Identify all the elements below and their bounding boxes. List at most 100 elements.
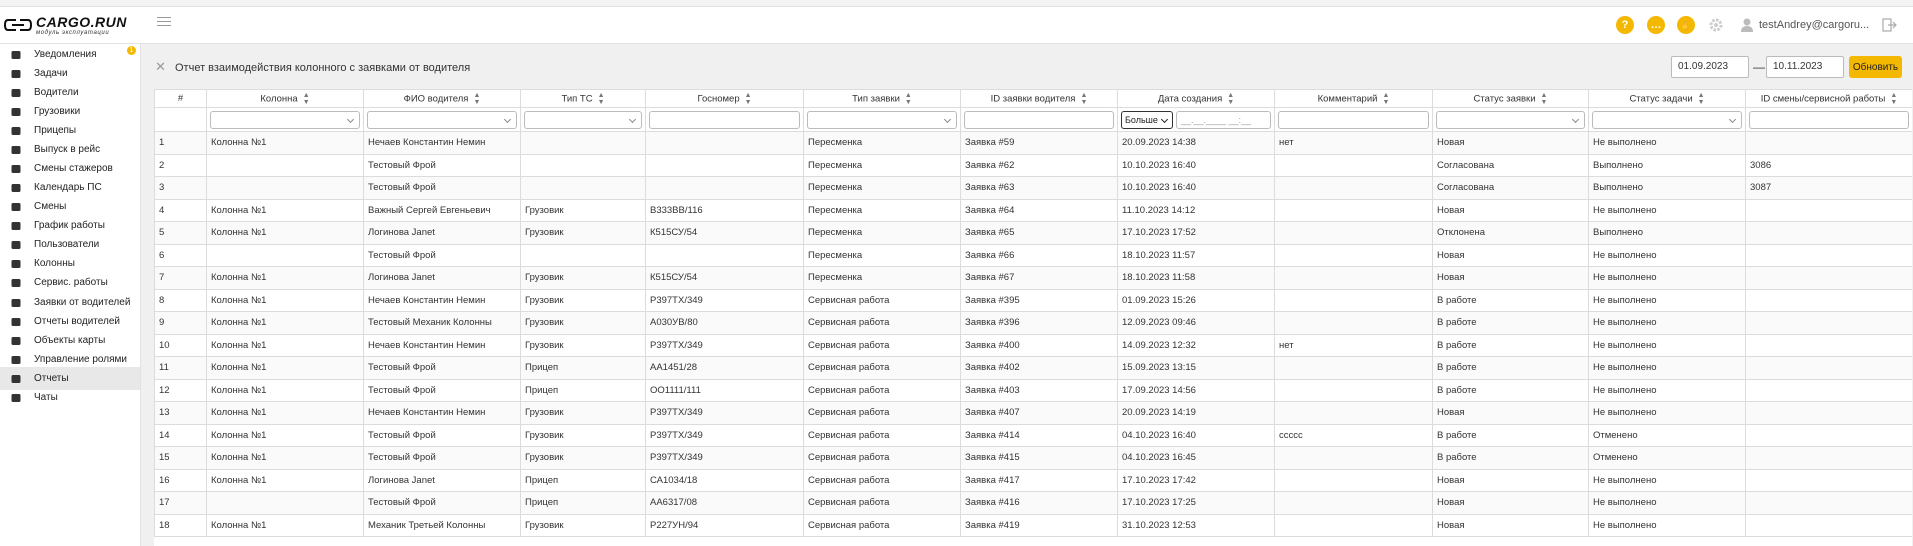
column-header[interactable]: Тип заявки ▲ ▼	[803, 89, 961, 108]
filter-date-compare-select[interactable]: Больше	[1121, 110, 1173, 129]
table-row[interactable]: 18 Колонна №1 Механик Третьей Колонны Грузо…	[154, 513, 1912, 537]
column-header[interactable]: #	[154, 89, 207, 108]
request-link[interactable]: Заявка #417	[960, 468, 1118, 492]
table-row[interactable]: 5 Колонна №1 Логинова Janet Грузовик К515СУ/…	[154, 221, 1912, 245]
request-link[interactable]: Заявка #416	[960, 491, 1118, 515]
date-to-input[interactable]: 10.11.2023	[1766, 56, 1844, 78]
table-row[interactable]: 7 Колонна №1 Логинова Janet Грузовик К515СУ/…	[154, 266, 1912, 290]
chat-bubble-icon[interactable]: …	[1647, 16, 1665, 34]
user-name[interactable]: testAndrey@cargoru...	[1759, 19, 1869, 31]
request-link[interactable]: Заявка #403	[960, 378, 1118, 402]
main-content: ✕ Отчет взаимодействия колонного с заявк…	[141, 44, 1913, 546]
table-cell: Колонна №1	[206, 468, 364, 492]
sidebar-item-chat[interactable]: Чаты	[0, 386, 140, 409]
help-icon[interactable]: ?	[1616, 16, 1634, 34]
table-row[interactable]: 1 Колонна №1 Нечаев Константин Немин Пересм…	[154, 131, 1912, 155]
table-cell: Пересменка	[803, 266, 961, 290]
request-link[interactable]: Заявка #66	[960, 243, 1118, 267]
filter-comment-input[interactable]	[1278, 110, 1429, 129]
hand-icon[interactable]: ✋	[1677, 16, 1695, 34]
request-link[interactable]: Заявка #63	[960, 176, 1118, 200]
request-link[interactable]: Заявка #402	[960, 356, 1118, 380]
sort-icon[interactable]: ▲ ▼	[1890, 92, 1897, 106]
table-row[interactable]: 15 Колонна №1 Тестовый Фрой Грузовик Р397ТХ/…	[154, 446, 1912, 470]
driver-release-icon	[11, 145, 21, 154]
table-row[interactable]: 10 Колонна №1 Нечаев Константин Немин Грузо…	[154, 333, 1912, 357]
sidebar-item-label: Отчеты	[34, 373, 69, 384]
sort-icon[interactable]: ▲ ▼	[1227, 92, 1234, 106]
request-link[interactable]: Заявка #395	[960, 288, 1118, 312]
sort-icon[interactable]: ▲ ▼	[1698, 92, 1705, 106]
table-row[interactable]: 2 Тестовый Фрой Пересменка Заявка #62 10.10.…	[154, 153, 1912, 177]
request-link[interactable]: Заявка #396	[960, 311, 1118, 335]
column-header[interactable]: Дата создания ▲ ▼	[1117, 89, 1275, 108]
column-header[interactable]: ID смены/сервисной работы ▲ ▼	[1745, 89, 1912, 108]
request-link[interactable]: Заявка #400	[960, 333, 1118, 357]
page-title: Отчет взаимодействия колонного с заявкам…	[175, 62, 471, 74]
column-header[interactable]: Госномер ▲ ▼	[645, 89, 804, 108]
logout-icon[interactable]	[1881, 17, 1897, 33]
table-row[interactable]: 17 Тестовый Фрой Прицеп АА6317/08 Сервисная …	[154, 491, 1912, 515]
sort-icon[interactable]: ▲ ▼	[598, 92, 605, 106]
request-link[interactable]: Заявка #67	[960, 266, 1118, 290]
table-row[interactable]: 14 Колонна №1 Тестовый Фрой Грузовик Р397ТХ/…	[154, 423, 1912, 447]
filter-request-status-select[interactable]	[1436, 110, 1585, 129]
request-link[interactable]: Заявка #64	[960, 198, 1118, 222]
close-report-icon[interactable]: ✕	[155, 59, 166, 75]
table-cell	[1745, 131, 1912, 155]
filter-request-type-select[interactable]	[807, 110, 957, 129]
menu-toggle-icon[interactable]	[157, 17, 171, 31]
logo[interactable]: CARGO.RUN модуль эксплуатации	[4, 15, 127, 37]
sort-icon[interactable]: ▲ ▼	[1080, 92, 1087, 106]
table-row[interactable]: 8 Колонна №1 Нечаев Константин Немин Грузов…	[154, 288, 1912, 312]
column-header-label: Тип заявки	[852, 93, 900, 105]
app-header: CARGO.RUN модуль эксплуатации ? … ✋ test…	[0, 7, 1913, 44]
request-link[interactable]: Заявка #407	[960, 401, 1118, 425]
column-header[interactable]: Колонна ▲ ▼	[206, 89, 364, 108]
request-link[interactable]: Заявка #62	[960, 153, 1118, 177]
filter-driver-select[interactable]	[367, 110, 517, 129]
table-cell	[1274, 446, 1433, 470]
filter-shift-id-input[interactable]	[1749, 110, 1909, 129]
sort-icon[interactable]: ▲ ▼	[473, 92, 480, 106]
column-header[interactable]: Тип ТС ▲ ▼	[520, 89, 646, 108]
request-link[interactable]: Заявка #419	[960, 513, 1118, 537]
table-row[interactable]: 13 Колонна №1 Нечаев Константин Немин Грузо…	[154, 401, 1912, 425]
column-header[interactable]: Комментарий ▲ ▼	[1274, 89, 1433, 108]
column-header[interactable]: Статус заявки ▲ ▼	[1432, 89, 1589, 108]
filter-plate-input[interactable]	[649, 110, 800, 129]
table-row[interactable]: 11 Колонна №1 Тестовый Фрой Прицеп АА1451/28…	[154, 356, 1912, 380]
table-row[interactable]: 16 Колонна №1 Логинова Janet Прицеп СА1034/1…	[154, 468, 1912, 492]
table-cell	[1745, 243, 1912, 267]
date-from-input[interactable]: 01.09.2023	[1671, 56, 1749, 78]
request-link[interactable]: Заявка #59	[960, 131, 1118, 155]
sort-icon[interactable]: ▲ ▼	[905, 92, 912, 106]
sort-icon[interactable]: ▲ ▼	[1382, 92, 1389, 106]
refresh-button[interactable]: Обновить	[1849, 56, 1902, 78]
sort-icon[interactable]: ▲ ▼	[303, 92, 310, 106]
sort-icon[interactable]: ▲ ▼	[1541, 92, 1548, 106]
column-header[interactable]: ФИО водителя ▲ ▼	[363, 89, 521, 108]
filter-date-input[interactable]: __.__.____ __:__	[1176, 110, 1271, 129]
filter-column-select[interactable]	[210, 110, 360, 129]
filter-task-status-select[interactable]	[1592, 110, 1742, 129]
filter-vehicle-type-select[interactable]	[524, 110, 642, 129]
truck-icon	[11, 107, 21, 116]
request-link[interactable]: Заявка #65	[960, 221, 1118, 245]
filter-request-id-input[interactable]	[964, 110, 1114, 129]
column-header[interactable]: ID заявки водителя ▲ ▼	[960, 89, 1118, 108]
table-row[interactable]: 9 Колонна №1 Тестовый Механик Колонны Грузо…	[154, 311, 1912, 335]
request-link[interactable]: Заявка #415	[960, 446, 1118, 470]
table-row[interactable]: 12 Колонна №1 Тестовый Фрой Прицеп ОО1111/11…	[154, 378, 1912, 402]
table-row[interactable]: 6 Тестовый Фрой Пересменка Заявка #66 18.10.…	[154, 243, 1912, 267]
gear-icon[interactable]	[1707, 16, 1725, 34]
table-cell: Колонна №1	[206, 131, 364, 155]
table-row[interactable]: 3 Тестовый Фрой Пересменка Заявка #63 10.10.…	[154, 176, 1912, 200]
table-row[interactable]: 4 Колонна №1 Важный Сергей Евгеньевич Грузо…	[154, 198, 1912, 222]
column-header[interactable]: Статус задачи ▲ ▼	[1588, 89, 1746, 108]
sort-icon[interactable]: ▲ ▼	[745, 92, 752, 106]
request-link[interactable]: Заявка #414	[960, 423, 1118, 447]
table-cell: Сервисная работа	[803, 468, 961, 492]
table-cell: Согласована	[1432, 153, 1589, 177]
table-cell	[1745, 198, 1912, 222]
